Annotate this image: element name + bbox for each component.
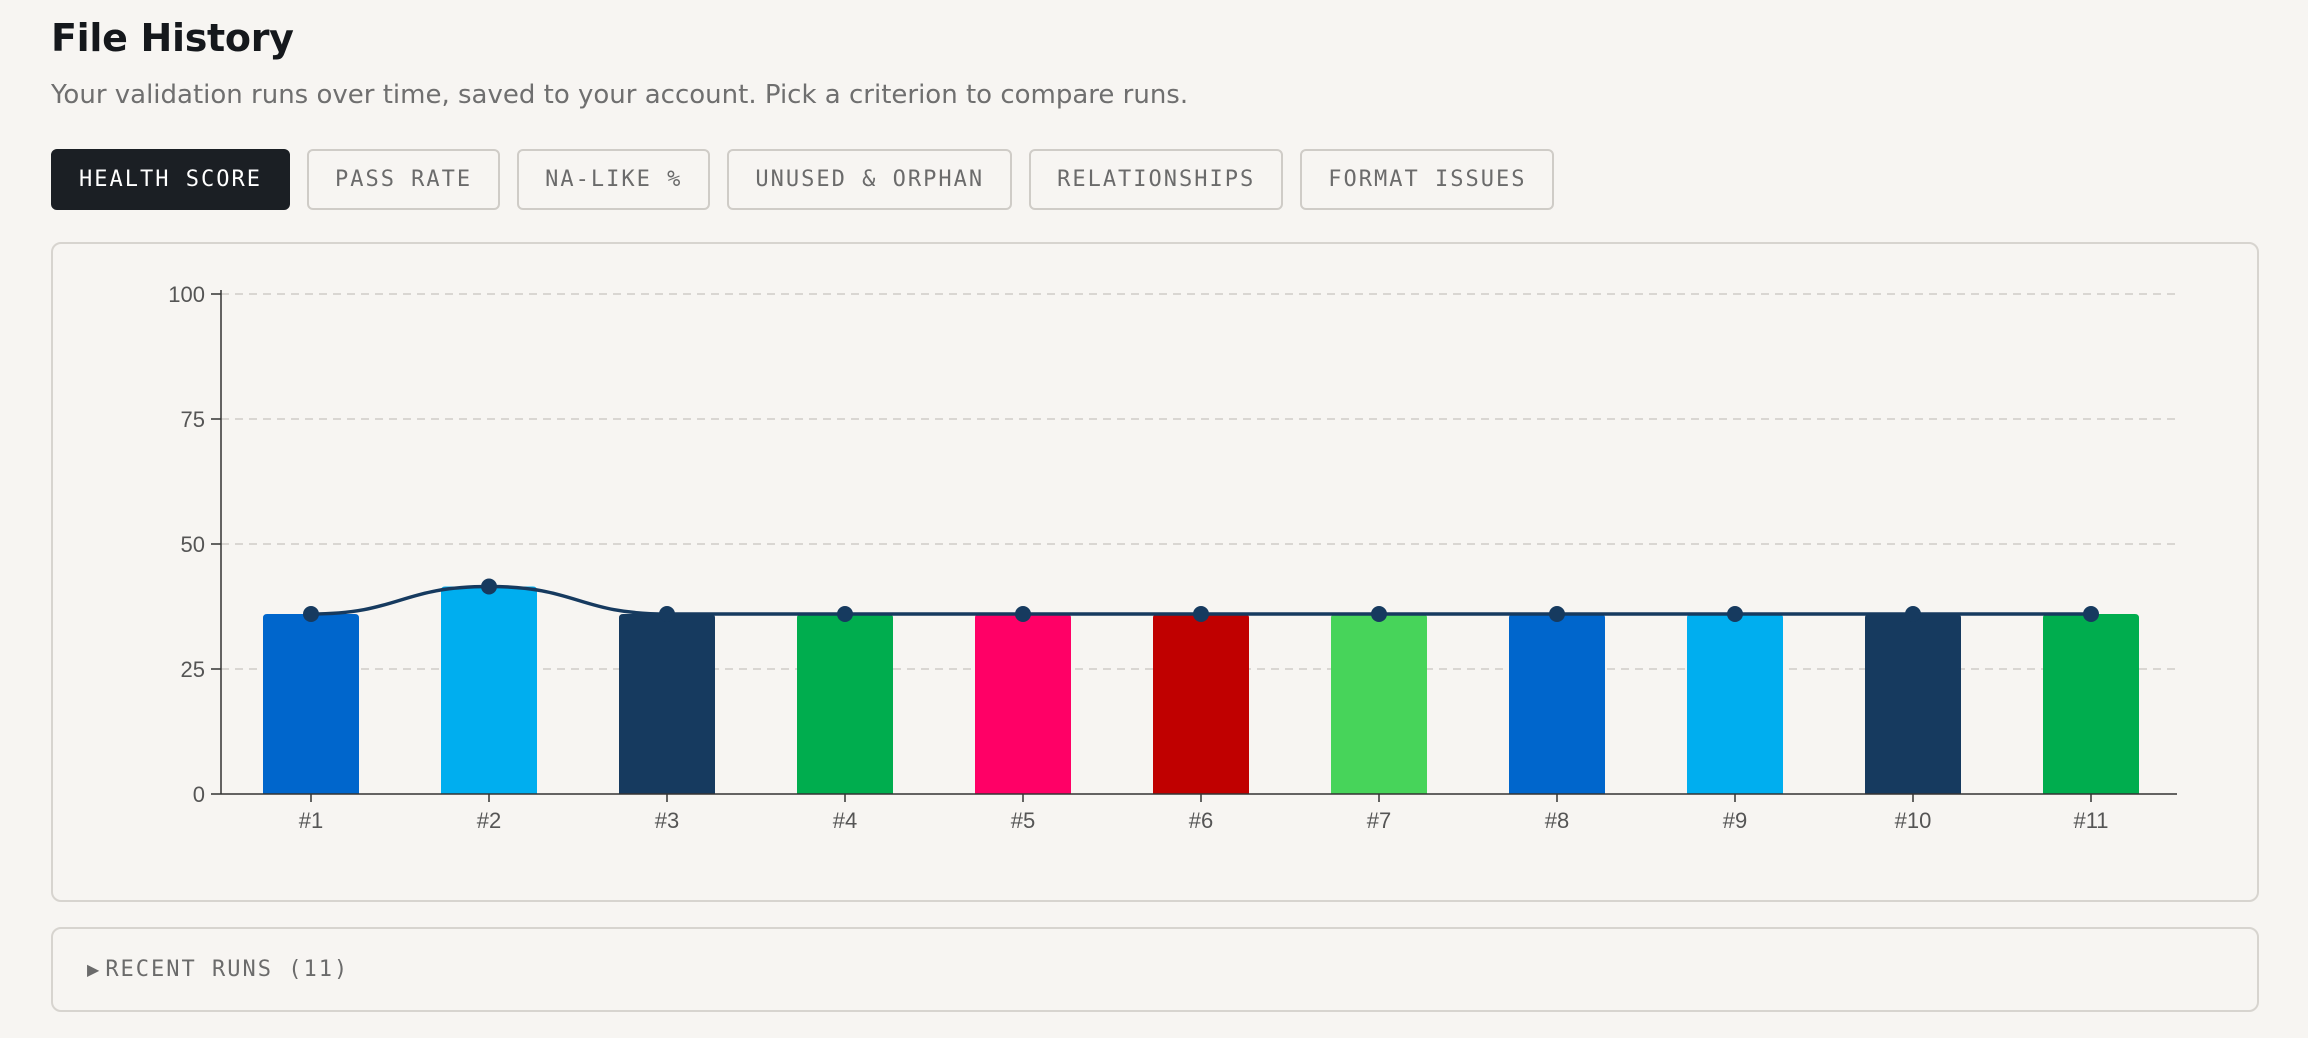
data-point [303, 606, 319, 622]
x-tick-label: #10 [1895, 808, 1932, 833]
data-point [2083, 606, 2099, 622]
bar [619, 614, 715, 794]
y-tick-label: 25 [181, 657, 205, 682]
tab-unused-orphan[interactable]: UNUSED & ORPHAN [727, 149, 1013, 210]
tab-format-issues[interactable]: FORMAT ISSUES [1300, 149, 1555, 210]
y-tick-label: 50 [181, 532, 205, 557]
bar [441, 586, 537, 794]
bar [1331, 614, 1427, 794]
history-chart: 0 25 50 75 100 #1 #2 #3 #4 #5 #6 #7 #8 #9 #10 #11 [168, 282, 2177, 833]
x-tick-label: #9 [1723, 808, 1747, 833]
data-point [837, 606, 853, 622]
criterion-tabs: HEALTH SCORE PASS RATE NA-LIKE % UNUSED … [51, 149, 1555, 210]
x-tick-label: #2 [477, 808, 501, 833]
y-tick-label: 100 [168, 282, 205, 307]
bar [1865, 614, 1961, 794]
x-tick-label: #1 [299, 808, 323, 833]
page-subtitle: Your validation runs over time, saved to… [51, 80, 1189, 110]
data-point [1193, 606, 1209, 622]
x-tick-label: #8 [1545, 808, 1569, 833]
x-tick-label: #11 [2073, 808, 2108, 833]
data-point [1371, 606, 1387, 622]
bar [1509, 614, 1605, 794]
bar [1687, 614, 1783, 794]
data-point [1015, 606, 1031, 622]
chart-card: 0 25 50 75 100 #1 #2 #3 #4 #5 #6 #7 #8 #9 #10 #11 [51, 242, 2259, 902]
recent-runs-label: RECENT RUNS (11) [105, 957, 350, 982]
bar [2043, 614, 2139, 794]
y-tick-label: 75 [181, 407, 205, 432]
caret-right-icon: ▶ [87, 961, 100, 979]
x-tick-label: #3 [655, 808, 679, 833]
bar [1153, 614, 1249, 794]
x-tick-label: #6 [1189, 808, 1213, 833]
y-tick-label: 0 [193, 782, 205, 807]
bar [975, 614, 1071, 794]
tab-na-like[interactable]: NA-LIKE % [517, 149, 711, 210]
x-tick-label: #4 [833, 808, 857, 833]
x-tick-label: #7 [1367, 808, 1391, 833]
tab-health-score[interactable]: HEALTH SCORE [51, 149, 290, 210]
recent-runs-toggle[interactable]: ▶ RECENT RUNS (11) [51, 927, 2259, 1012]
bar [797, 614, 893, 794]
page-title: File History [51, 16, 294, 60]
tab-relationships[interactable]: RELATIONSHIPS [1029, 149, 1284, 210]
bar [263, 614, 359, 794]
data-point [1905, 606, 1921, 622]
data-point [1549, 606, 1565, 622]
data-point [481, 578, 497, 595]
tab-pass-rate[interactable]: PASS RATE [306, 149, 501, 210]
x-tick-label: #5 [1011, 808, 1035, 833]
data-point [659, 606, 675, 622]
data-point [1727, 606, 1743, 622]
